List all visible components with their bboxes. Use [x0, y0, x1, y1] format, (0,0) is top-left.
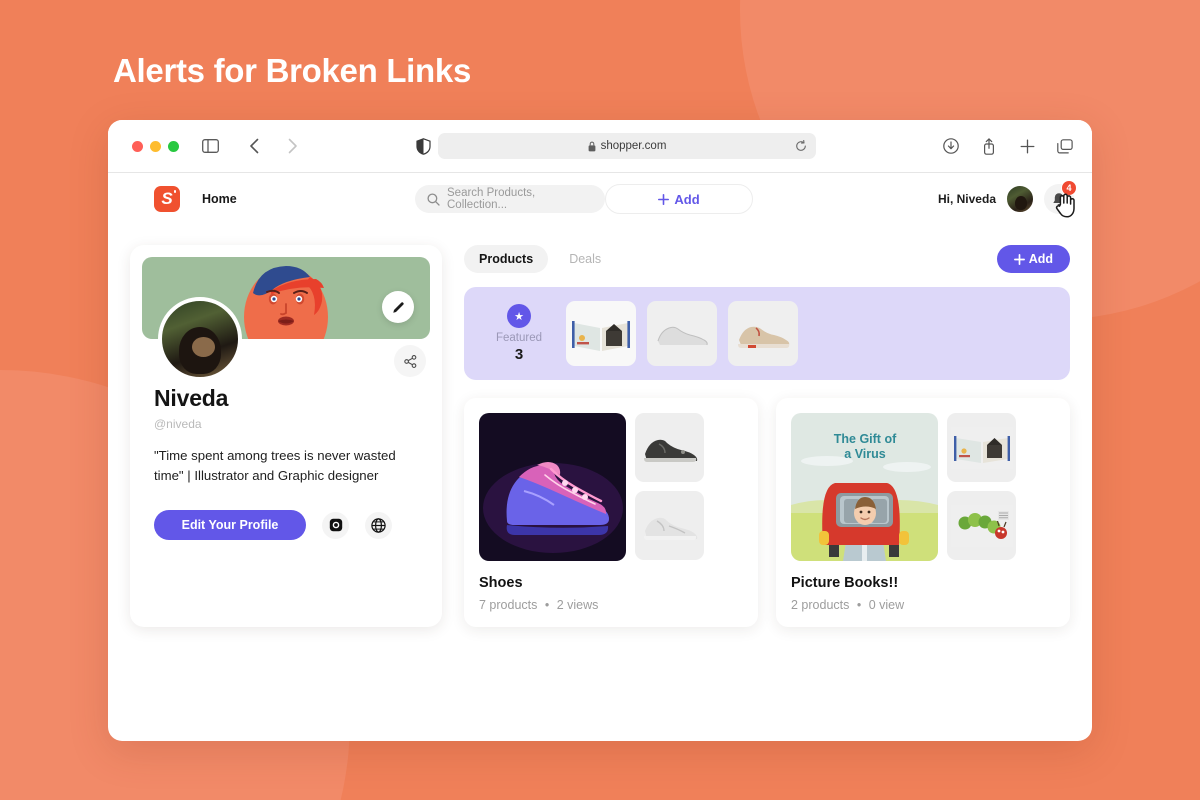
- page-title: Alerts for Broken Links: [113, 52, 472, 89]
- collection-product-count: 7 products: [479, 598, 538, 612]
- notifications-button[interactable]: 4: [1044, 180, 1077, 218]
- collection-view-count: 0 view: [868, 598, 905, 612]
- search-icon: [427, 192, 440, 206]
- collection-thumb-white-sneaker[interactable]: [635, 491, 704, 560]
- collection-title: Shoes: [479, 575, 523, 591]
- maximize-window-button[interactable]: [168, 140, 179, 152]
- collection-card-shoes[interactable]: Shoes 7 products • 2 views: [464, 398, 758, 627]
- collection-meta: 7 products • 2 views: [479, 598, 743, 612]
- avatar[interactable]: [1006, 185, 1034, 213]
- pencil-icon: [392, 301, 404, 313]
- collections-panel: Products Deals Add ★ Featured 3 Shoes 7 …: [464, 245, 1070, 627]
- forward-icon[interactable]: [279, 133, 305, 159]
- search-placeholder: Search Products, Collection...: [447, 187, 536, 211]
- collection-title: Picture Books!!: [791, 575, 899, 591]
- collection-view-count: 2 views: [556, 598, 599, 612]
- profile-handle: @niveda: [154, 417, 202, 431]
- featured-label: Featured: [495, 332, 543, 344]
- tabs: Products Deals Add: [464, 245, 1070, 273]
- collection-thumb-open-book[interactable]: [947, 413, 1016, 482]
- share-icon[interactable]: [976, 133, 1002, 159]
- plus-icon: [658, 193, 670, 205]
- share-icon: [403, 354, 416, 368]
- tab-deals[interactable]: Deals: [554, 245, 616, 273]
- profile-name: Niveda: [154, 385, 229, 411]
- nav-item-home[interactable]: Home: [202, 192, 237, 206]
- navigation-controls: [197, 133, 305, 159]
- meta-separator: •: [544, 598, 550, 612]
- header-user-area: Hi, Niveda 4: [937, 180, 1077, 218]
- collection-thumb-caterpillar-book[interactable]: [947, 491, 1016, 560]
- page-content: Niveda @niveda "Time spent among trees i…: [108, 225, 1092, 627]
- edit-profile-button[interactable]: Edit Your Profile: [154, 510, 306, 541]
- collection-thumb-black-sneaker[interactable]: [635, 413, 704, 482]
- profile-card: Niveda @niveda "Time spent among trees i…: [130, 245, 442, 627]
- add-collection-button[interactable]: Add: [996, 245, 1070, 273]
- minimize-window-button[interactable]: [150, 140, 161, 152]
- tab-products[interactable]: Products: [464, 245, 549, 273]
- star-icon: ★: [507, 304, 531, 328]
- add-collection-label: Add: [1028, 252, 1053, 266]
- share-profile-button[interactable]: [394, 345, 426, 377]
- app-header: S Home Search Products, Collection... Ad…: [108, 173, 1092, 225]
- browser-window: shopper.com S Home Search Products, Coll…: [108, 120, 1092, 741]
- tab-overview-icon[interactable]: [1052, 133, 1078, 159]
- featured-thumbnails: [566, 301, 798, 366]
- plus-icon: [1013, 253, 1025, 265]
- collection-hero-image[interactable]: The Gift of a Virus: [791, 413, 938, 561]
- browser-toolbar: [938, 133, 1078, 159]
- instagram-icon: [329, 518, 342, 532]
- meta-separator: •: [856, 598, 862, 612]
- search-input[interactable]: Search Products, Collection...: [415, 185, 605, 213]
- download-icon[interactable]: [938, 133, 964, 159]
- browser-chrome: shopper.com: [108, 120, 1092, 172]
- hand-cursor: [1055, 193, 1077, 219]
- featured-strip: ★ Featured 3: [464, 287, 1070, 380]
- back-icon[interactable]: [241, 133, 267, 159]
- collection-product-count: 2 products: [791, 598, 850, 612]
- svg-text:a Virus: a Virus: [844, 447, 886, 461]
- header-add-label: Add: [674, 191, 700, 207]
- edit-cover-button[interactable]: [382, 291, 414, 323]
- user-greeting: Hi, Niveda: [937, 192, 996, 206]
- featured-thumb-tan-sneaker[interactable]: [728, 301, 798, 366]
- lock-icon: [588, 141, 596, 152]
- profile-actions: Edit Your Profile: [130, 510, 442, 541]
- reload-icon[interactable]: [795, 140, 807, 152]
- sidebar-icon[interactable]: [197, 133, 223, 159]
- collection-thumbnails: [635, 413, 704, 561]
- close-window-button[interactable]: [132, 140, 143, 152]
- svg-text:The Gift of: The Gift of: [834, 432, 897, 446]
- collection-meta: 2 products • 0 view: [791, 598, 1055, 612]
- website-globe-icon: [371, 517, 386, 533]
- featured-thumb-white-sneaker[interactable]: [647, 301, 717, 366]
- profile-bio: "Time spent among trees is never wasted …: [154, 448, 396, 484]
- address-bar[interactable]: shopper.com: [438, 133, 816, 159]
- instagram-button[interactable]: [322, 511, 349, 539]
- collection-hero-image[interactable]: [479, 413, 626, 561]
- featured-thumb-book[interactable]: [566, 301, 636, 366]
- new-tab-icon[interactable]: [1014, 133, 1040, 159]
- profile-avatar[interactable]: [158, 297, 242, 381]
- featured-meta: ★ Featured 3: [486, 304, 552, 363]
- featured-count: 3: [514, 346, 524, 363]
- collection-media: [479, 413, 743, 561]
- header-add-button[interactable]: Add: [605, 184, 753, 214]
- url-text: shopper.com: [600, 140, 667, 152]
- collections-grid: Shoes 7 products • 2 views The Gift of a…: [464, 398, 1070, 627]
- app-logo[interactable]: S: [154, 186, 180, 212]
- collection-thumbnails: [947, 413, 1016, 561]
- collection-media: The Gift of a Virus: [791, 413, 1055, 561]
- collection-card-picture-books[interactable]: The Gift of a Virus Picture Books!! 2 pr…: [776, 398, 1070, 627]
- website-button[interactable]: [365, 511, 392, 539]
- window-controls: [132, 140, 179, 152]
- privacy-shield-icon[interactable]: [410, 133, 436, 159]
